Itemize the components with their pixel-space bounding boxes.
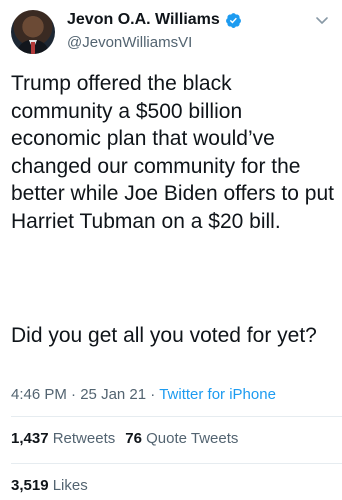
- likes-stat[interactable]: 3,519 Likes: [11, 477, 88, 494]
- engagement-stats: 1,437 Retweets 76 Quote Tweets: [11, 430, 238, 447]
- author-name-row[interactable]: Jevon O.A. Williams: [67, 11, 242, 29]
- meta-separator: ·: [71, 386, 77, 403]
- tweet-meta: 4:46 PM · 25 Jan 21 · Twitter for iPhone: [11, 386, 276, 403]
- verified-badge-icon: [225, 12, 242, 29]
- tweet-date[interactable]: 25 Jan 21: [80, 386, 146, 403]
- quote-tweets-label: Quote Tweets: [146, 430, 239, 447]
- quote-tweets-stat[interactable]: 76 Quote Tweets: [125, 430, 238, 447]
- likes-count: 3,519: [11, 477, 49, 494]
- chevron-down-icon[interactable]: [314, 12, 330, 28]
- meta-separator: ·: [150, 386, 156, 403]
- retweets-stat[interactable]: 1,437 Retweets: [11, 430, 115, 447]
- tweet-body-paragraph-2: Did you get all you voted for yet?: [11, 324, 317, 347]
- avatar[interactable]: [11, 10, 55, 54]
- likes-label: Likes: [52, 477, 88, 494]
- retweets-label: Retweets: [52, 430, 116, 447]
- divider: [11, 416, 342, 417]
- retweets-count: 1,437: [11, 430, 49, 447]
- divider: [11, 463, 342, 464]
- tweet-header: Jevon O.A. Williams @JevonWilliamsVI: [0, 0, 342, 62]
- avatar-tie: [31, 42, 35, 54]
- author-name[interactable]: Jevon O.A. Williams: [67, 11, 220, 29]
- tweet-source-link[interactable]: Twitter for iPhone: [159, 386, 276, 403]
- quote-tweets-count: 76: [125, 430, 142, 447]
- tweet-time[interactable]: 4:46 PM: [11, 386, 67, 403]
- tweet-body-paragraph-1: Trump offered the black community a $500…: [11, 72, 340, 233]
- author-handle[interactable]: @JevonWilliamsVI: [67, 34, 192, 51]
